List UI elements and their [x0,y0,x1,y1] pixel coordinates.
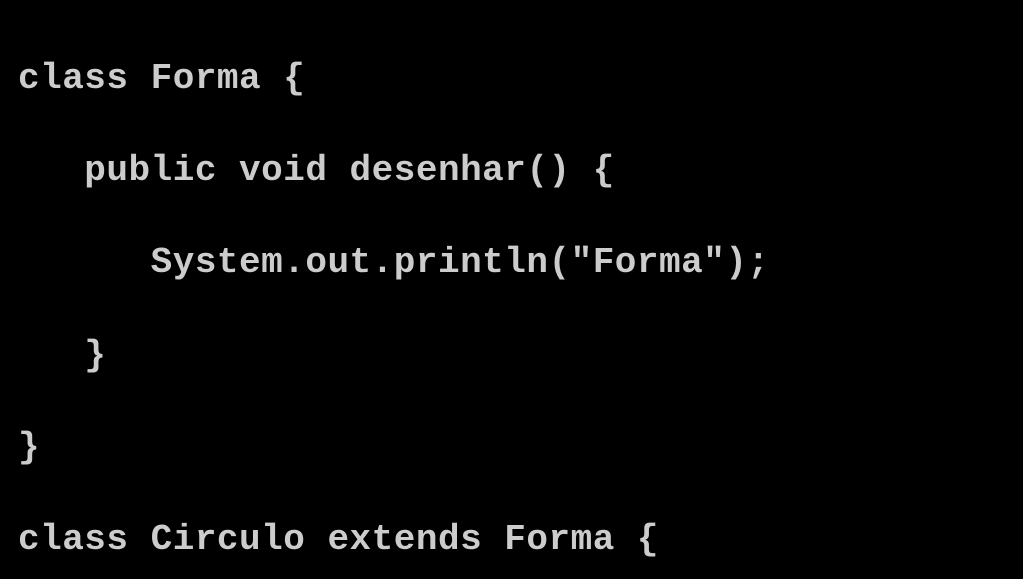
code-line: } [18,425,1005,471]
code-line: System.out.println("Forma"); [18,240,1005,286]
code-line: } [18,333,1005,379]
code-line: class Circulo extends Forma { [18,517,1005,563]
code-line: public void desenhar() { [18,148,1005,194]
code-line: class Forma { [18,56,1005,102]
code-block: class Forma { public void desenhar() { S… [0,0,1023,579]
